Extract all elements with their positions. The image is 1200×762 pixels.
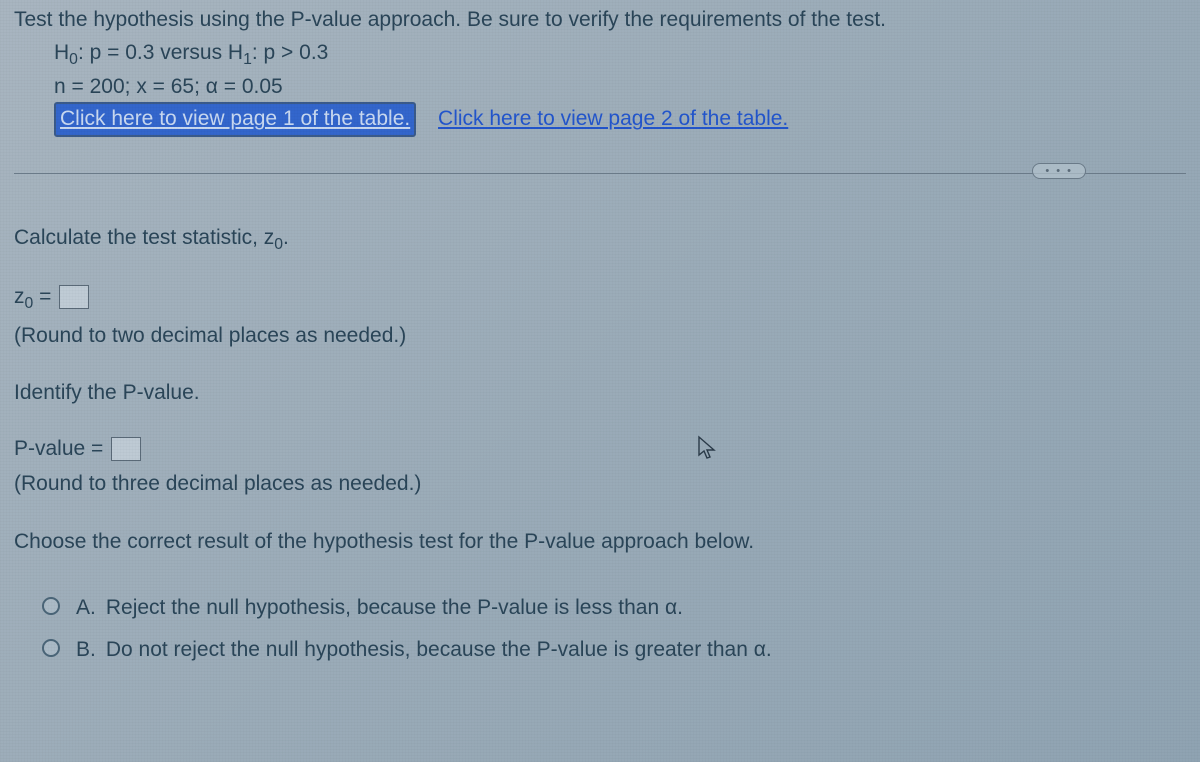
question-z0: Calculate the test statistic, z0. z0 = (… (14, 222, 1186, 351)
pvalue-prompt: Identify the P-value. (14, 377, 1186, 409)
z0-input[interactable] (59, 285, 89, 309)
z0-prompt: Calculate the test statistic, z0. (14, 222, 1186, 257)
pvalue-hint: (Round to three decimal places as needed… (14, 468, 1186, 500)
choice-b-row: B.Do not reject the null hypothesis, bec… (42, 635, 1186, 665)
radio-a[interactable] (42, 597, 60, 615)
question-pvalue: Identify the P-value. P-value = (Round t… (14, 377, 1186, 500)
links-line: Click here to view page 1 of the table. … (54, 102, 1186, 136)
choice-a-row: A.Reject the null hypothesis, because th… (42, 593, 1186, 623)
divider: • • • (14, 173, 1186, 174)
hypothesis-line: H0: p = 0.3 versus H1: p > 0.3 (54, 38, 1186, 72)
table-page1-link[interactable]: Click here to view page 1 of the table. (54, 102, 416, 136)
instruction-text: Test the hypothesis using the P-value ap… (14, 8, 1186, 32)
radio-b[interactable] (42, 639, 60, 657)
pvalue-input[interactable] (111, 437, 141, 461)
choice-b-text: B.Do not reject the null hypothesis, bec… (70, 635, 772, 665)
more-icon[interactable]: • • • (1032, 163, 1086, 179)
question-choice: Choose the correct result of the hypothe… (14, 526, 1186, 666)
table-page2-link[interactable]: Click here to view page 2 of the table. (438, 107, 788, 130)
choice-prompt: Choose the correct result of the hypothe… (14, 526, 1186, 558)
params-line: n = 200; x = 65; α = 0.05 (54, 72, 1186, 102)
hypothesis-block: H0: p = 0.3 versus H1: p > 0.3 n = 200; … (14, 38, 1186, 137)
z0-answer-line: z0 = (14, 281, 1186, 316)
choice-a-text: A.Reject the null hypothesis, because th… (70, 593, 683, 623)
z0-hint: (Round to two decimal places as needed.) (14, 320, 1186, 352)
pvalue-answer-line: P-value = (14, 433, 1186, 465)
